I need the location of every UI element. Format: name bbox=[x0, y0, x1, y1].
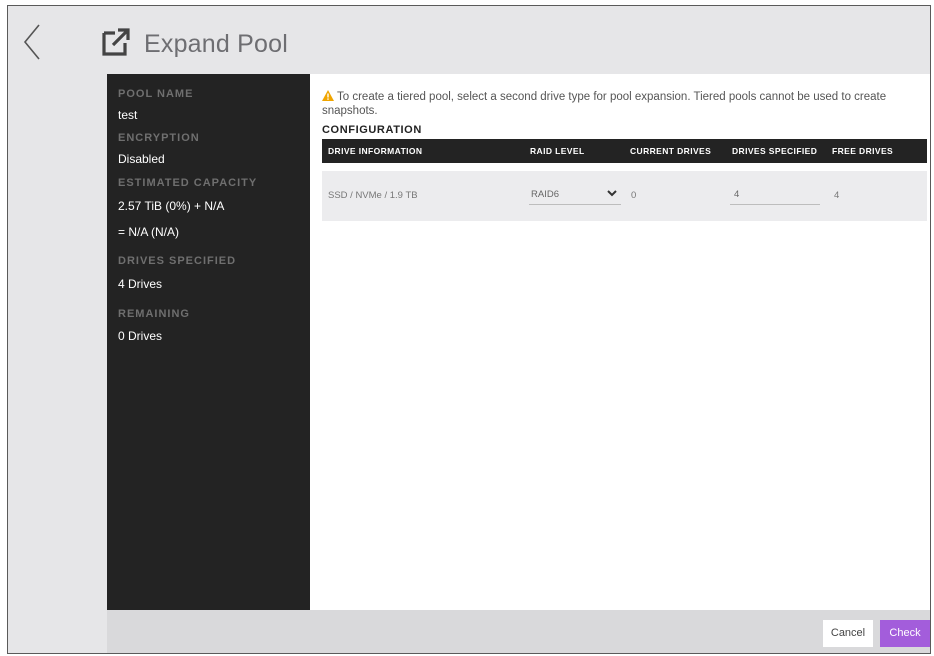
drives-specified-label: DRIVES SPECIFIED bbox=[118, 255, 237, 267]
estimated-capacity-total: = N/A (N/A) bbox=[118, 225, 180, 239]
column-header-current-drives: CURRENT DRIVES bbox=[630, 146, 712, 156]
table-header: DRIVE INFORMATION RAID LEVEL CURRENT DRI… bbox=[322, 139, 927, 163]
remaining-value: 0 Drives bbox=[118, 329, 163, 343]
table-row: SSD / NVMe / 1.9 TB RAID6 0 4 4 bbox=[322, 171, 927, 221]
estimated-capacity-label: ESTIMATED CAPACITY bbox=[118, 177, 258, 189]
notice-text: To create a tiered pool, select a second… bbox=[322, 91, 887, 117]
external-link-icon bbox=[100, 26, 132, 58]
tiered-pool-notice: To create a tiered pool, select a second… bbox=[322, 90, 922, 118]
raid-level-value: RAID6 bbox=[531, 189, 559, 200]
pool-name-label: POOL NAME bbox=[118, 88, 194, 100]
raid-level-select[interactable]: RAID6 bbox=[529, 184, 621, 205]
back-button[interactable] bbox=[19, 20, 49, 64]
dialog-footer: Cancel Check bbox=[107, 610, 930, 653]
check-button[interactable]: Check bbox=[880, 620, 930, 647]
column-header-drive-information: DRIVE INFORMATION bbox=[328, 146, 423, 156]
page-title: Expand Pool bbox=[144, 30, 288, 58]
current-drives-cell: 0 bbox=[631, 190, 637, 201]
pool-name-value: test bbox=[118, 108, 138, 122]
free-drives-cell: 4 bbox=[834, 190, 840, 201]
chevron-left-icon bbox=[23, 24, 40, 60]
dialog-frame: Expand Pool POOL NAME test ENCRYPTION Di… bbox=[7, 5, 931, 654]
remaining-label: REMAINING bbox=[118, 308, 190, 320]
drive-information-cell: SSD / NVMe / 1.9 TB bbox=[328, 190, 418, 201]
column-header-raid-level: RAID LEVEL bbox=[530, 146, 585, 156]
pool-summary-sidebar: POOL NAME test ENCRYPTION Disabled ESTIM… bbox=[107, 74, 310, 610]
warning-icon bbox=[322, 90, 334, 101]
encryption-value: Disabled bbox=[118, 152, 165, 166]
drives-specified-input[interactable]: 4 bbox=[730, 184, 820, 205]
configuration-heading: CONFIGURATION bbox=[322, 124, 422, 136]
column-header-drives-specified: DRIVES SPECIFIED bbox=[732, 146, 818, 156]
drives-specified-value: 4 Drives bbox=[118, 277, 163, 291]
drives-specified-input-value: 4 bbox=[734, 189, 740, 200]
chevron-down-icon bbox=[607, 190, 617, 197]
configuration-panel: To create a tiered pool, select a second… bbox=[310, 74, 930, 610]
cancel-button[interactable]: Cancel bbox=[823, 620, 873, 647]
column-header-free-drives: FREE DRIVES bbox=[832, 146, 894, 156]
estimated-capacity-value: 2.57 TiB (0%) + N/A bbox=[118, 199, 225, 213]
encryption-label: ENCRYPTION bbox=[118, 132, 200, 144]
